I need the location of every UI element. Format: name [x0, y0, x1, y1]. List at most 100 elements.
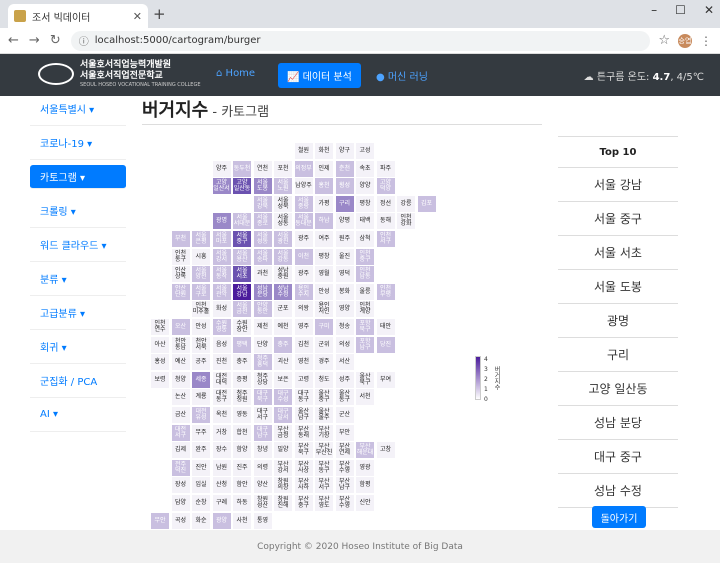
map-region-cell[interactable]: 논산: [170, 388, 191, 407]
map-region-cell[interactable]: 서울 구로: [191, 282, 211, 301]
map-region-cell[interactable]: 당진: [375, 335, 396, 354]
map-region-cell[interactable]: 인천 중구: [355, 247, 375, 266]
map-region-cell[interactable]: 태안: [375, 318, 396, 336]
map-region-cell[interactable]: 대구 서구: [252, 406, 273, 424]
map-region-cell[interactable]: 곡성: [170, 511, 191, 530]
forward-arrow-icon[interactable]: →: [29, 33, 40, 48]
map-region-cell[interactable]: 공주: [191, 353, 211, 372]
map-region-cell[interactable]: 서울 용산: [232, 247, 252, 266]
map-region-cell[interactable]: 계룡: [191, 388, 211, 407]
nav-analysis-button[interactable]: 📈 데이터 분석: [278, 63, 361, 88]
map-region-cell[interactable]: 파주: [375, 159, 396, 178]
map-region-cell[interactable]: 부산 중구: [293, 494, 314, 512]
map-region-cell[interactable]: 양주: [211, 159, 232, 178]
map-region-cell[interactable]: 부산 동래: [293, 423, 314, 442]
browser-tab[interactable]: 조서 빅데이터 ✕: [8, 4, 148, 28]
map-region-cell[interactable]: 안성: [191, 318, 211, 336]
map-region-cell[interactable]: 속초: [355, 159, 375, 178]
map-region-cell[interactable]: 안성: [314, 282, 334, 301]
sidebar-item-seoul[interactable]: 서울특별시 ▾: [30, 92, 126, 126]
map-region-cell[interactable]: 경주: [314, 353, 334, 372]
map-region-cell[interactable]: 영덕: [334, 265, 355, 284]
map-region-cell[interactable]: 서울 양천: [191, 265, 211, 284]
map-region-cell[interactable]: 함양: [232, 441, 252, 460]
map-region-cell[interactable]: 인천 동구: [170, 247, 191, 266]
map-region-cell[interactable]: 군포: [273, 300, 293, 319]
map-region-cell[interactable]: 대구 달서: [273, 406, 293, 424]
map-region-cell[interactable]: 서울 동대문: [293, 212, 314, 231]
map-region-cell[interactable]: 하남: [314, 212, 334, 231]
map-region-cell[interactable]: 고성: [355, 142, 375, 160]
reload-icon[interactable]: ↻: [50, 33, 61, 48]
map-region-cell[interactable]: 부산 연제: [334, 441, 355, 460]
map-region-cell[interactable]: 청양: [170, 370, 191, 389]
map-region-cell[interactable]: 옥천: [211, 406, 232, 424]
map-region-cell[interactable]: 태백: [355, 212, 375, 231]
map-region-cell[interactable]: 영동: [232, 406, 252, 424]
map-region-cell[interactable]: 포천: [273, 159, 293, 178]
map-region-cell[interactable]: 구미: [314, 318, 334, 336]
map-region-cell[interactable]: 울산 중구: [314, 388, 334, 407]
map-region-cell[interactable]: 울산 울주: [314, 406, 334, 424]
map-region-cell[interactable]: 임실: [191, 476, 211, 495]
map-region-cell[interactable]: 오산: [170, 318, 191, 336]
map-region-cell[interactable]: 장수: [211, 441, 232, 460]
map-region-cell[interactable]: 철원: [293, 142, 314, 160]
map-region-cell[interactable]: 강릉: [396, 194, 416, 213]
map-region-cell[interactable]: 거창: [211, 423, 232, 442]
nav-home-link[interactable]: ⌂ Home: [216, 68, 255, 79]
map-region-cell[interactable]: 인천 남동: [355, 265, 375, 284]
map-region-cell[interactable]: 대구 동구: [293, 388, 314, 407]
close-tab-icon[interactable]: ✕: [133, 10, 142, 23]
map-region-cell[interactable]: 완주: [191, 441, 211, 460]
map-region-cell[interactable]: 서울 성동: [273, 212, 293, 231]
map-region-cell[interactable]: 증평: [232, 370, 252, 389]
map-region-cell[interactable]: 서울 강동: [273, 247, 293, 266]
map-region-cell[interactable]: 산청: [211, 476, 232, 495]
map-region-cell[interactable]: 담양: [170, 494, 191, 512]
nav-ml-link[interactable]: ● 머신 러닝: [376, 68, 428, 83]
map-region-cell[interactable]: 진안: [191, 458, 211, 477]
map-region-cell[interactable]: 부산 금정: [273, 423, 293, 442]
map-region-cell[interactable]: 서울 노원: [273, 177, 293, 196]
map-region-cell[interactable]: 성주: [334, 370, 355, 389]
map-region-cell[interactable]: 충주: [273, 335, 293, 354]
map-region-cell[interactable]: 성남 분당: [252, 282, 273, 301]
map-region-cell[interactable]: 대전 서구: [170, 423, 191, 442]
back-button[interactable]: 돌아가기: [592, 506, 646, 528]
map-region-cell[interactable]: 부산 동구: [314, 458, 334, 477]
map-region-cell[interactable]: 진주: [232, 458, 252, 477]
map-region-cell[interactable]: 광명: [211, 212, 232, 231]
map-region-cell[interactable]: 고양 일산동: [232, 177, 252, 196]
menu-kebab-icon[interactable]: ⋮: [700, 34, 712, 48]
map-region-cell[interactable]: 장성: [170, 476, 191, 495]
map-region-cell[interactable]: 창녕: [252, 441, 273, 460]
sidebar-item-regression[interactable]: 회귀 ▾: [30, 330, 126, 364]
map-region-cell[interactable]: 군위: [314, 335, 334, 354]
map-region-cell[interactable]: 인산 상록: [170, 265, 191, 284]
map-region-cell[interactable]: 김포: [416, 194, 437, 213]
map-region-cell[interactable]: 사천: [232, 511, 252, 530]
map-region-cell[interactable]: 양평: [334, 212, 355, 231]
map-region-cell[interactable]: 서울 강남: [232, 282, 252, 301]
map-region-cell[interactable]: 고양 일산서: [211, 177, 232, 196]
map-region-cell[interactable]: 서울 관악: [211, 282, 232, 301]
map-region-cell[interactable]: 서울 중구: [232, 230, 252, 248]
sidebar-item-ai[interactable]: AI ▾: [30, 398, 126, 432]
map-region-cell[interactable]: 부산 수영: [334, 494, 355, 512]
map-region-cell[interactable]: 창원 성산: [252, 494, 273, 512]
map-region-cell[interactable]: 충주: [232, 353, 252, 372]
map-region-cell[interactable]: 횡성: [334, 177, 355, 196]
map-region-cell[interactable]: 동해: [375, 212, 396, 231]
map-region-cell[interactable]: 예산: [170, 353, 191, 372]
map-region-cell[interactable]: 고창: [375, 441, 396, 460]
map-region-cell[interactable]: 청주 청원: [232, 388, 252, 407]
map-region-cell[interactable]: 평창: [355, 194, 375, 213]
map-region-cell[interactable]: 부산 해운대: [355, 441, 375, 460]
map-region-cell[interactable]: 음성: [211, 335, 232, 354]
map-region-cell[interactable]: 대구 수성: [273, 388, 293, 407]
map-region-cell[interactable]: 금산: [170, 406, 191, 424]
map-region-cell[interactable]: 의왕: [293, 300, 314, 319]
map-region-cell[interactable]: 여주: [314, 230, 334, 248]
map-region-cell[interactable]: 동두천: [232, 159, 252, 178]
